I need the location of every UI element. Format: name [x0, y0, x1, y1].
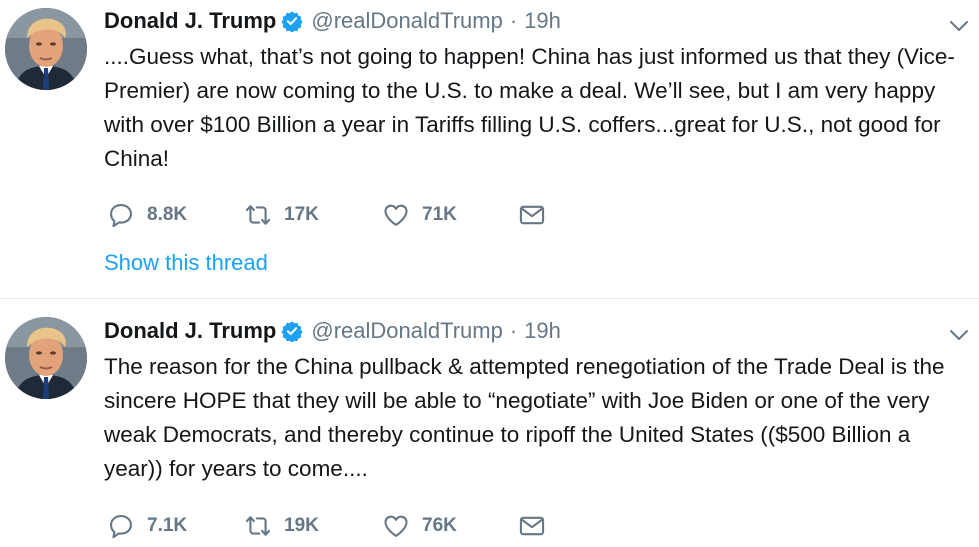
verified-badge-icon	[281, 320, 303, 342]
tweet[interactable]: Donald J. Trump @realDonaldTrump · 19h .…	[0, 0, 979, 299]
verified-badge-icon	[281, 10, 303, 32]
author-name[interactable]: Donald J. Trump	[104, 318, 276, 344]
like-count: 71K	[422, 204, 457, 225]
reply-button[interactable]: 8.8K	[107, 201, 244, 229]
chevron-down-icon[interactable]	[947, 323, 971, 347]
reply-icon	[110, 204, 132, 228]
reply-count: 8.8K	[147, 204, 188, 225]
avatar[interactable]	[5, 8, 87, 90]
reply-icon	[110, 515, 132, 539]
meta-separator: ·	[509, 318, 518, 343]
retweet-count: 17K	[284, 204, 319, 225]
tweet[interactable]: Donald J. Trump @realDonaldTrump · 19h T…	[0, 299, 979, 547]
avatar-portrait-icon	[5, 317, 87, 399]
heart-icon	[384, 515, 408, 537]
like-button[interactable]: 76K	[382, 512, 518, 540]
like-count: 76K	[422, 515, 457, 536]
tweet-text: ....Guess what, that’s not going to happ…	[104, 44, 955, 171]
tweet-actions: 7.1K 19K 76K	[107, 511, 546, 541]
tweet-timestamp[interactable]: 19h	[524, 318, 561, 344]
tweet-timestamp[interactable]: 19h	[524, 8, 561, 34]
retweet-count: 19K	[284, 515, 319, 536]
chevron-down-icon[interactable]	[947, 14, 971, 38]
tweet-actions: 8.8K 17K 71K	[107, 200, 546, 230]
reply-count: 7.1K	[147, 515, 188, 536]
direct-message-button[interactable]	[518, 201, 546, 229]
avatar-portrait-icon	[5, 8, 87, 90]
tweet-header: Donald J. Trump @realDonaldTrump · 19h	[104, 316, 561, 346]
envelope-icon	[519, 516, 545, 536]
tweet-feed: Donald J. Trump @realDonaldTrump · 19h .…	[0, 0, 979, 547]
tweet-header: Donald J. Trump @realDonaldTrump · 19h	[104, 6, 561, 36]
heart-icon	[384, 204, 408, 226]
avatar[interactable]	[5, 317, 87, 399]
author-name[interactable]: Donald J. Trump	[104, 8, 276, 34]
show-thread-link[interactable]: Show this thread	[104, 250, 268, 276]
author-handle[interactable]: @realDonaldTrump	[311, 318, 502, 344]
retweet-icon	[245, 205, 271, 225]
tweet-text: The reason for the China pullback & atte…	[104, 354, 945, 481]
retweet-icon	[245, 516, 271, 536]
like-button[interactable]: 71K	[382, 201, 518, 229]
retweet-button[interactable]: 19K	[244, 512, 382, 540]
meta-separator: ·	[509, 8, 518, 33]
direct-message-button[interactable]	[518, 512, 546, 540]
retweet-button[interactable]: 17K	[244, 201, 382, 229]
envelope-icon	[519, 205, 545, 225]
author-handle[interactable]: @realDonaldTrump	[311, 8, 502, 34]
reply-button[interactable]: 7.1K	[107, 512, 244, 540]
